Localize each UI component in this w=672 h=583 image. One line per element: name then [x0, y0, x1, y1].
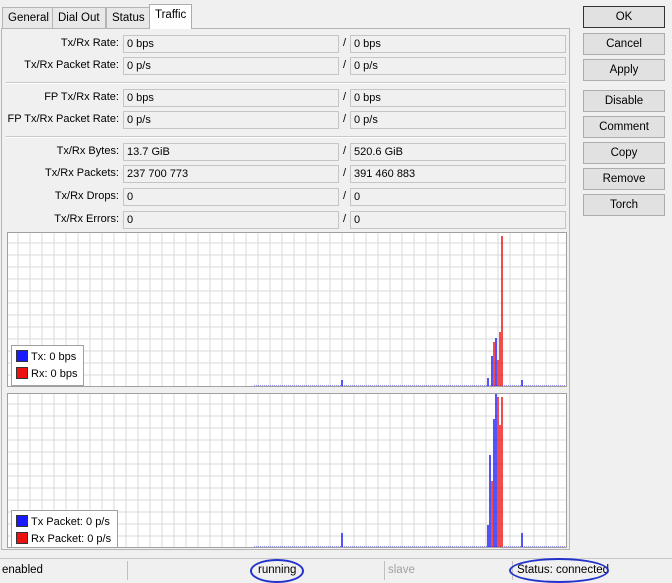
rx-rate-field[interactable]: 0 bps — [350, 35, 566, 53]
tx-errors-field[interactable]: 0 — [123, 211, 339, 229]
rx-bytes-field[interactable]: 520.6 GiB — [350, 143, 566, 161]
tx-drops-field[interactable]: 0 — [123, 188, 339, 206]
drops-label: Tx/Rx Drops: — [54, 190, 119, 202]
separator-slash: / — [343, 167, 347, 179]
legend-tx: Tx: 0 bps — [16, 349, 77, 366]
bytes-label: Tx/Rx Bytes: — [56, 145, 119, 157]
fp-tx-packet-rate-field[interactable]: 0 p/s — [123, 111, 339, 129]
legend-tx-packet: Tx Packet: 0 p/s — [16, 514, 111, 531]
annotation-circle-running — [250, 559, 304, 583]
torch-button[interactable]: Torch — [583, 194, 665, 216]
rx-drops-field[interactable]: 0 — [350, 188, 566, 206]
separator-slash: / — [343, 213, 347, 225]
row-errors: Tx/Rx Errors: 0 / 0 — [2, 211, 571, 229]
packets-label: Tx/Rx Packets: — [45, 167, 119, 179]
fp-rx-packet-rate-field[interactable]: 0 p/s — [350, 111, 566, 129]
cancel-button[interactable]: Cancel — [583, 33, 665, 55]
annotation-circle-status — [509, 558, 609, 583]
errors-label: Tx/Rx Errors: — [54, 213, 119, 225]
traffic-panel: Tx/Rx Rate: 0 bps / 0 bps Tx/Rx Packet R… — [1, 28, 570, 550]
rate-graph: Tx: 0 bps Rx: 0 bps — [7, 232, 567, 387]
comment-button[interactable]: Comment — [583, 116, 665, 138]
disable-button[interactable]: Disable — [583, 90, 665, 112]
row-fp-packet-rate: FP Tx/Rx Packet Rate: 0 p/s / 0 p/s — [2, 111, 571, 129]
legend-rx-packet: Rx Packet: 0 p/s — [16, 531, 112, 547]
tab-dial-out[interactable]: Dial Out — [52, 7, 106, 28]
separator-slash: / — [343, 91, 347, 103]
tx-color-swatch — [16, 515, 28, 527]
row-drops: Tx/Rx Drops: 0 / 0 — [2, 188, 571, 206]
separator-slash: / — [343, 113, 347, 125]
row-packet-rate: Tx/Rx Packet Rate: 0 p/s / 0 p/s — [2, 57, 571, 75]
packet-graph: Tx Packet: 0 p/s Rx Packet: 0 p/s — [7, 393, 567, 548]
tab-status[interactable]: Status — [106, 7, 151, 28]
legend-rx-text: Rx: 0 bps — [31, 368, 78, 380]
separator-slash: / — [343, 190, 347, 202]
status-enabled: enabled — [2, 564, 43, 576]
status-divider — [384, 561, 385, 580]
tab-traffic[interactable]: Traffic — [149, 4, 193, 29]
divider — [6, 82, 567, 84]
status-bar: enabled running slave Status: connected — [0, 558, 672, 583]
legend-tx-text: Tx: 0 bps — [31, 351, 77, 363]
separator-slash: / — [343, 145, 347, 157]
separator-slash: / — [343, 59, 347, 71]
rx-color-swatch — [16, 532, 28, 544]
row-rate: Tx/Rx Rate: 0 bps / 0 bps — [2, 35, 571, 53]
divider — [6, 136, 567, 138]
fp-packet-rate-label: FP Tx/Rx Packet Rate: — [7, 113, 119, 125]
legend-tx-packet-text: Tx Packet: 0 p/s — [31, 516, 110, 528]
tx-rate-field[interactable]: 0 bps — [123, 35, 339, 53]
rx-color-swatch — [16, 367, 28, 379]
status-divider — [127, 561, 128, 580]
row-bytes: Tx/Rx Bytes: 13.7 GiB / 520.6 GiB — [2, 143, 571, 161]
tx-packets-field[interactable]: 237 700 773 — [123, 165, 339, 183]
legend-rx-packet-text: Rx Packet: 0 p/s — [31, 533, 112, 545]
fp-rx-rate-field[interactable]: 0 bps — [350, 89, 566, 107]
separator-slash: / — [343, 37, 347, 49]
legend-rx: Rx: 0 bps — [16, 366, 77, 383]
rx-packets-field[interactable]: 391 460 883 — [350, 165, 566, 183]
packet-rate-label: Tx/Rx Packet Rate: — [24, 59, 119, 71]
tx-color-swatch — [16, 350, 28, 362]
tx-packet-rate-field[interactable]: 0 p/s — [123, 57, 339, 75]
rate-graph-canvas — [8, 233, 566, 386]
tab-general[interactable]: General — [2, 7, 55, 28]
copy-button[interactable]: Copy — [583, 142, 665, 164]
rx-errors-field[interactable]: 0 — [350, 211, 566, 229]
fp-tx-rate-field[interactable]: 0 bps — [123, 89, 339, 107]
row-packets: Tx/Rx Packets: 237 700 773 / 391 460 883 — [2, 165, 571, 183]
row-fp-rate: FP Tx/Rx Rate: 0 bps / 0 bps — [2, 89, 571, 107]
apply-button[interactable]: Apply — [583, 59, 665, 81]
status-slave: slave — [388, 564, 415, 576]
tx-bytes-field[interactable]: 13.7 GiB — [123, 143, 339, 161]
remove-button[interactable]: Remove — [583, 168, 665, 190]
packet-legend: Tx Packet: 0 p/s Rx Packet: 0 p/s — [11, 510, 119, 547]
rate-label: Tx/Rx Rate: — [60, 37, 119, 49]
fp-rate-label: FP Tx/Rx Rate: — [44, 91, 119, 103]
rate-legend: Tx: 0 bps Rx: 0 bps — [11, 345, 85, 386]
rx-packet-rate-field[interactable]: 0 p/s — [350, 57, 566, 75]
ok-button[interactable]: OK — [583, 6, 665, 28]
